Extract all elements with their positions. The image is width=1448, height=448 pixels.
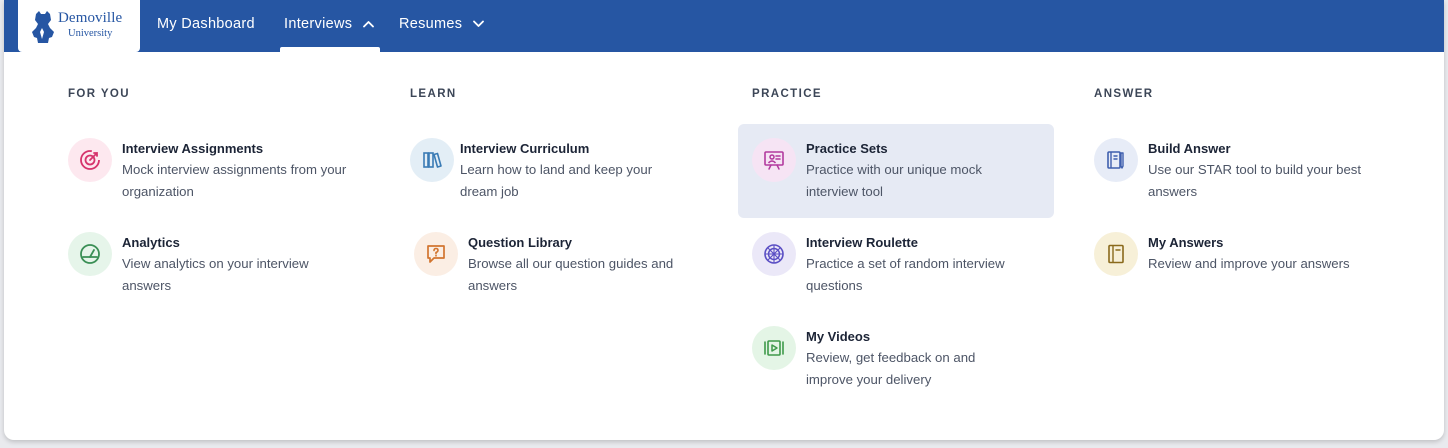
nav-active-indicator bbox=[280, 47, 380, 52]
books-icon bbox=[410, 138, 454, 182]
column-heading-for-you: FOR YOU bbox=[68, 88, 130, 100]
item-description: Learn how to land and keep your dream jo… bbox=[460, 162, 653, 199]
item-description: Practice a set of random interview quest… bbox=[806, 256, 1005, 293]
menu-item-interview-roulette[interactable]: Interview Roulette Practice a set of ran… bbox=[738, 218, 1054, 312]
chevron-up-icon bbox=[362, 21, 374, 28]
app-window: Demoville University My Dashboard Interv… bbox=[4, 0, 1444, 440]
menu-item-my-videos[interactable]: My Videos Review, get feedback on and im… bbox=[738, 312, 1054, 406]
item-title: Interview Assignments bbox=[122, 141, 264, 156]
chevron-down-icon bbox=[472, 20, 484, 28]
presentation-icon bbox=[752, 138, 796, 182]
item-description: Use our STAR tool to build your best ans… bbox=[1148, 162, 1362, 199]
nav-my-dashboard[interactable]: My Dashboard bbox=[157, 16, 255, 32]
bear-logo-icon bbox=[32, 11, 54, 43]
column-heading-learn: LEARN bbox=[410, 88, 457, 100]
item-title: My Videos bbox=[806, 329, 871, 344]
brand-subtitle: University bbox=[68, 28, 113, 39]
notebook-icon bbox=[1094, 232, 1138, 276]
menu-item-my-answers[interactable]: My Answers Review and improve your answe… bbox=[1080, 218, 1396, 312]
item-description: Review and improve your answers bbox=[1148, 256, 1350, 271]
nav-interviews-label: Interviews bbox=[284, 16, 353, 32]
video-icon bbox=[752, 326, 796, 370]
top-navigation-bar: Demoville University My Dashboard Interv… bbox=[4, 0, 1444, 52]
menu-item-build-answer[interactable]: Build Answer Use our STAR tool to build … bbox=[1080, 124, 1396, 218]
item-title: Build Answer bbox=[1148, 141, 1231, 156]
target-icon bbox=[68, 138, 112, 182]
item-description: Mock interview assignments from your org… bbox=[122, 162, 347, 199]
item-description: View analytics on your interview answers bbox=[122, 256, 309, 293]
item-description: Browse all our question guides and answe… bbox=[468, 256, 674, 293]
nav-resumes[interactable]: Resumes bbox=[399, 16, 484, 32]
menu-item-question-library[interactable]: Question Library Browse all our question… bbox=[396, 218, 712, 312]
menu-item-interview-curriculum[interactable]: Interview Curriculum Learn how to land a… bbox=[396, 124, 712, 218]
question-bubble-icon bbox=[414, 232, 458, 276]
brand-name: Demoville bbox=[58, 10, 123, 26]
item-description: Practice with our unique mock interview … bbox=[806, 162, 982, 199]
roulette-icon bbox=[752, 232, 796, 276]
item-description: Review, get feedback on and improve your… bbox=[806, 350, 976, 387]
item-title: Question Library bbox=[468, 235, 573, 250]
nav-my-dashboard-label: My Dashboard bbox=[157, 16, 255, 32]
menu-item-practice-sets[interactable]: Practice Sets Practice with our unique m… bbox=[738, 124, 1054, 218]
item-title: Interview Roulette bbox=[806, 235, 918, 250]
gauge-icon bbox=[68, 232, 112, 276]
item-title: Interview Curriculum bbox=[460, 141, 590, 156]
column-heading-practice: PRACTICE bbox=[752, 88, 822, 100]
item-title: Practice Sets bbox=[806, 141, 888, 156]
build-icon bbox=[1094, 138, 1138, 182]
nav-resumes-label: Resumes bbox=[399, 16, 463, 32]
nav-interviews[interactable]: Interviews bbox=[284, 16, 374, 32]
brand-logo[interactable]: Demoville University bbox=[18, 0, 140, 52]
item-title: Analytics bbox=[122, 235, 180, 250]
column-heading-answer: ANSWER bbox=[1094, 88, 1154, 100]
item-title: My Answers bbox=[1148, 235, 1224, 250]
menu-item-interview-assignments[interactable]: Interview Assignments Mock interview ass… bbox=[54, 124, 370, 218]
menu-item-analytics[interactable]: Analytics View analytics on your intervi… bbox=[54, 218, 370, 312]
